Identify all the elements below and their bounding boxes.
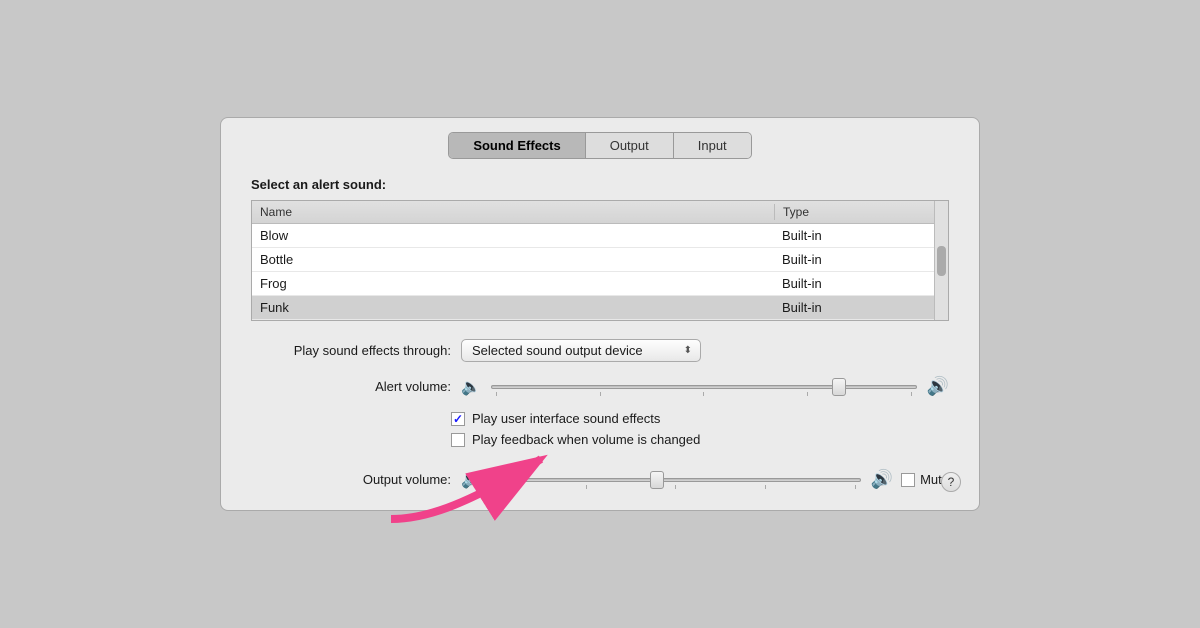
table-row[interactable]: Funk Built-in <box>252 296 948 320</box>
checkbox-section: ✓ Play user interface sound effects Play… <box>251 411 949 453</box>
alert-volume-slider[interactable] <box>491 385 917 389</box>
tab-group: Sound Effects Output Input <box>448 132 751 159</box>
play-through-dropdown[interactable]: Selected sound output device ⬍ <box>461 339 701 362</box>
dropdown-value: Selected sound output device <box>472 343 678 358</box>
alert-volume-thumb[interactable] <box>832 378 846 396</box>
alert-volume-row: Alert volume: 🔈 🔊 <box>251 376 949 397</box>
tick <box>496 392 497 396</box>
ui-sound-effects-label: Play user interface sound effects <box>472 411 660 426</box>
play-through-row: Play sound effects through: Selected sou… <box>251 339 949 362</box>
tab-input[interactable]: Input <box>674 133 751 158</box>
output-slider-ticks <box>492 485 860 489</box>
alert-volume-slider-container <box>487 385 921 389</box>
sound-panel: Sound Effects Output Input Select an ale… <box>220 117 980 511</box>
output-volume-label: Output volume: <box>251 472 451 487</box>
ui-sound-checkbox-row: ✓ Play user interface sound effects <box>451 411 660 426</box>
feedback-checkbox-row: Play feedback when volume is changed <box>451 432 700 447</box>
tick <box>586 485 587 489</box>
slider-ticks <box>492 392 916 396</box>
list-header: Name Type <box>252 201 948 224</box>
help-button[interactable]: ? <box>941 472 961 492</box>
output-volume-thumb[interactable] <box>650 471 664 489</box>
output-volume-high-icon: 🔊 <box>871 469 893 490</box>
sound-name: Bottle <box>252 251 774 268</box>
output-volume-row: Output volume: 🔈 🔊 <box>251 469 949 490</box>
tick <box>855 485 856 489</box>
name-column-header: Name <box>252 204 774 220</box>
table-row[interactable]: Bottle Built-in <box>252 248 948 272</box>
tick <box>703 392 704 396</box>
sound-type: Built-in <box>774 251 934 268</box>
tick <box>807 392 808 396</box>
output-volume-low-icon: 🔈 <box>461 470 481 490</box>
play-through-label: Play sound effects through: <box>251 343 451 358</box>
volume-low-icon: 🔈 <box>461 377 481 397</box>
volume-high-icon: 🔊 <box>927 376 949 397</box>
table-row[interactable]: Frog Built-in <box>252 272 948 296</box>
sound-type: Built-in <box>774 227 934 244</box>
checkmark-icon: ✓ <box>453 412 463 426</box>
tab-output[interactable]: Output <box>586 133 674 158</box>
chevron-down-icon: ⬍ <box>684 345 692 356</box>
tick <box>600 392 601 396</box>
tick <box>496 485 497 489</box>
feedback-volume-checkbox[interactable] <box>451 433 465 447</box>
scrollbar-thumb[interactable] <box>937 246 946 276</box>
ui-sound-effects-checkbox[interactable]: ✓ <box>451 412 465 426</box>
tick <box>765 485 766 489</box>
content-area: Select an alert sound: Name Type Blow Bu… <box>221 177 979 490</box>
alert-volume-label: Alert volume: <box>251 379 451 394</box>
tab-sound-effects[interactable]: Sound Effects <box>449 133 585 158</box>
scrollbar-track[interactable] <box>934 201 948 320</box>
alert-sound-label: Select an alert sound: <box>251 177 949 192</box>
tick <box>675 485 676 489</box>
sound-name: Blow <box>252 227 774 244</box>
sound-name: Frog <box>252 275 774 292</box>
sound-type: Built-in <box>774 275 934 292</box>
type-column-header: Type <box>774 204 934 220</box>
output-volume-slider-container <box>487 478 865 482</box>
output-volume-slider[interactable] <box>491 478 861 482</box>
sound-type: Built-in <box>774 299 934 316</box>
mute-checkbox[interactable] <box>901 473 915 487</box>
sound-list[interactable]: Name Type Blow Built-in Bottle Built-in … <box>251 200 949 321</box>
table-row[interactable]: Blow Built-in <box>252 224 948 248</box>
tab-bar: Sound Effects Output Input <box>221 118 979 159</box>
tick <box>911 392 912 396</box>
feedback-volume-label: Play feedback when volume is changed <box>472 432 700 447</box>
sound-name: Funk <box>252 299 774 316</box>
